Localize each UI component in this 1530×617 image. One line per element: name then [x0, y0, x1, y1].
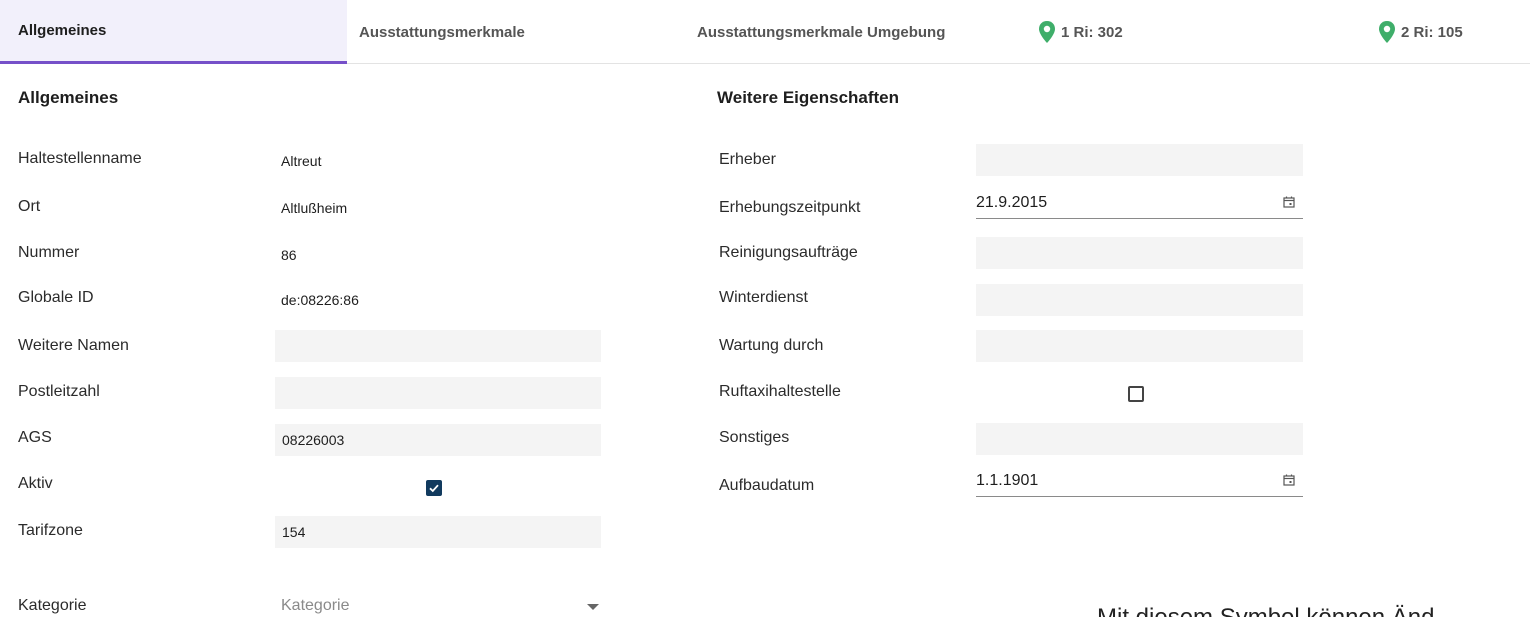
label-aufbaudatum: Aufbaudatum: [719, 477, 815, 494]
label-aktiv: Aktiv: [18, 475, 53, 492]
section-title-weitere-eigenschaften: Weitere Eigenschaften: [717, 88, 900, 107]
calendar-icon[interactable]: [1283, 196, 1295, 208]
value-ort: Altlußheim: [281, 200, 348, 216]
tab-richtung-1[interactable]: 1 Ri: 302: [1037, 0, 1123, 64]
label-nummer: Nummer: [18, 244, 80, 261]
tab-bar: Allgemeines Ausstattungsmerkmale Ausstat…: [0, 0, 1530, 64]
label-ort: Ort: [18, 198, 41, 215]
tab-ausstattungsmerkmale[interactable]: Ausstattungsmerkmale: [359, 0, 525, 64]
tab-label: 2 Ri: 105: [1401, 23, 1463, 41]
label-ruftaxihaltestelle: Ruftaxihaltestelle: [719, 383, 841, 400]
aktiv-checkbox[interactable]: [426, 480, 442, 496]
tab-label: Ausstattungsmerkmale: [359, 23, 525, 41]
map-pin-icon: [1379, 21, 1395, 43]
tab-label: Allgemeines: [18, 22, 107, 39]
check-icon: [429, 484, 439, 493]
aufbaudatum-value: 1.1.1901: [976, 471, 1039, 489]
sonstiges-input[interactable]: [976, 423, 1303, 455]
label-reinigungsauftraege: Reinigungsaufträge: [719, 244, 858, 261]
tab-richtung-2[interactable]: 2 Ri: 105: [1377, 0, 1463, 64]
tab-label: 1 Ri: 302: [1061, 23, 1123, 41]
wartung-durch-input[interactable]: [976, 330, 1303, 362]
value-nummer: 86: [281, 247, 297, 263]
label-wartung-durch: Wartung durch: [719, 337, 824, 354]
ruftaxihaltestelle-checkbox[interactable]: [1128, 386, 1144, 402]
map-pin-icon: [1039, 21, 1055, 43]
label-erhebungszeitpunkt: Erhebungszeitpunkt: [719, 199, 861, 216]
postleitzahl-input[interactable]: [275, 377, 601, 409]
label-globale-id: Globale ID: [18, 289, 94, 306]
label-weitere-namen: Weitere Namen: [18, 337, 129, 354]
tab-ausstattungsmerkmale-umgebung[interactable]: Ausstattungsmerkmale Umgebung: [697, 0, 945, 64]
ags-input[interactable]: 08226003: [275, 424, 601, 456]
value-globale-id: de:08226:86: [281, 292, 359, 308]
label-tarifzone: Tarifzone: [18, 522, 83, 539]
erhebungszeitpunkt-value: 21.9.2015: [976, 193, 1048, 211]
value-haltestellenname: Altreut: [281, 153, 322, 169]
winterdienst-input[interactable]: [976, 284, 1303, 316]
label-haltestellenname: Haltestellenname: [18, 150, 142, 167]
tab-label: Ausstattungsmerkmale Umgebung: [697, 23, 946, 41]
erheber-input[interactable]: [976, 144, 1303, 176]
tab-allgemeines[interactable]: Allgemeines: [0, 0, 347, 64]
hint-text: Mit diesem Symbol können Änd: [1097, 604, 1435, 617]
kategorie-select[interactable]: Kategorie: [281, 591, 607, 617]
kategorie-placeholder: Kategorie: [281, 597, 350, 614]
calendar-icon[interactable]: [1283, 474, 1295, 486]
dropdown-arrow-icon: [587, 604, 599, 610]
label-ags: AGS: [18, 429, 52, 446]
erhebungszeitpunkt-datepicker[interactable]: 21.9.2015: [976, 187, 1303, 219]
label-kategorie: Kategorie: [18, 597, 87, 614]
weitere-namen-input[interactable]: [275, 330, 601, 362]
reinigungsauftraege-input[interactable]: [976, 237, 1303, 269]
label-postleitzahl: Postleitzahl: [18, 383, 100, 400]
label-erheber: Erheber: [719, 151, 776, 168]
tarifzone-input[interactable]: 154: [275, 516, 601, 548]
label-sonstiges: Sonstiges: [719, 429, 790, 446]
label-winterdienst: Winterdienst: [719, 289, 808, 306]
aufbaudatum-datepicker[interactable]: 1.1.1901: [976, 465, 1303, 497]
section-title-allgemeines: Allgemeines: [18, 88, 119, 107]
